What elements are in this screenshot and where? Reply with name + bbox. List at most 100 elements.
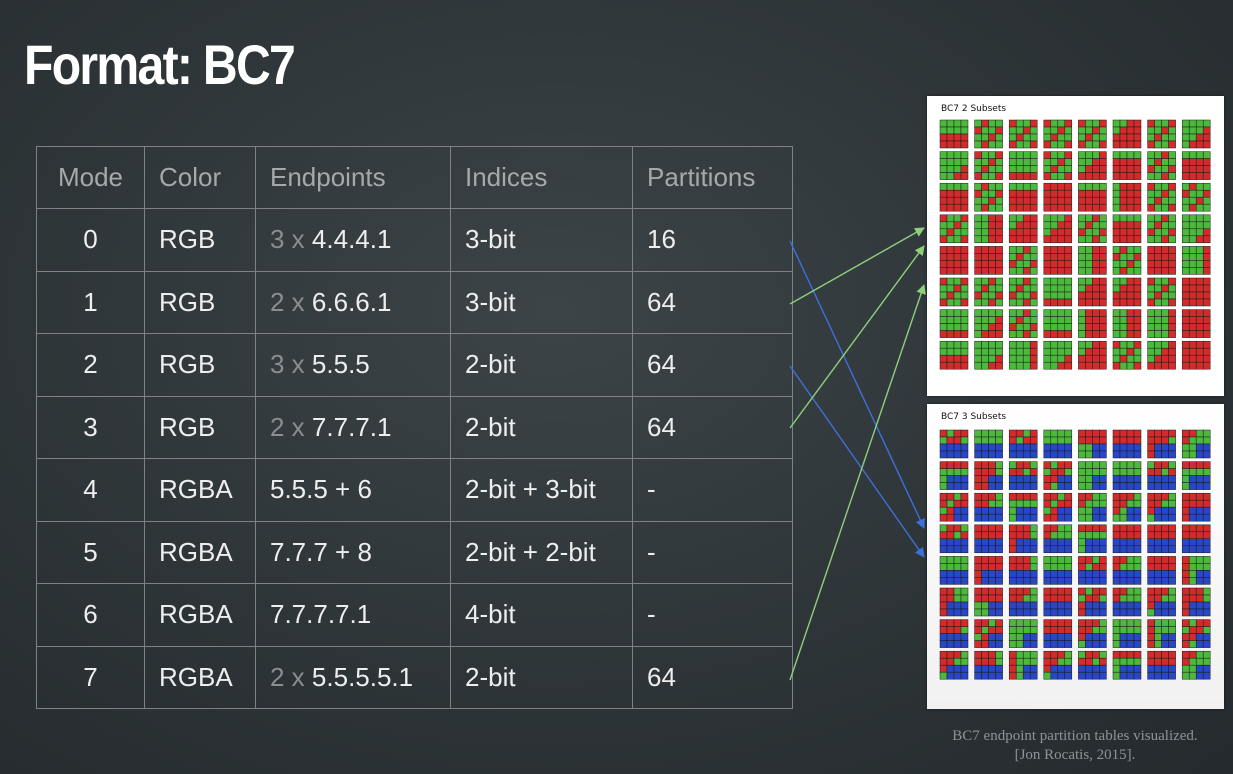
panel-label-3-subsets: BC7 3 Subsets: [941, 412, 1007, 422]
partition-tile: [1008, 556, 1038, 585]
partition-tile: [1078, 277, 1107, 307]
cell-mode: 4: [36, 458, 145, 522]
partition-tile: [1043, 340, 1073, 370]
table-row-mode-7: 7 RGBA 2 x 5.5.5.5.1 2-bit 64: [36, 645, 793, 709]
caption-line-1: BC7 endpoint partition tables visualized…: [952, 728, 1198, 744]
partition-tile: [1043, 182, 1073, 212]
partition-tile: [1078, 151, 1107, 180]
partition-tile: [1181, 309, 1211, 338]
cell-color: RGB: [144, 395, 256, 459]
partition-tile: [1043, 429, 1073, 459]
cell-endpoints: 3 x 4.4.4.1: [255, 208, 451, 272]
slide-title: Format: BC7: [24, 33, 296, 96]
partition-tile: [1078, 556, 1107, 585]
partition-tile: [974, 214, 1003, 244]
partition-tile: [1147, 246, 1176, 275]
partition-tile: [1112, 277, 1142, 307]
partition-tile: [1008, 309, 1038, 338]
partition-tile: [1147, 119, 1176, 149]
bc7-3-subsets-panel: BC7 3 Subsets: [927, 404, 1224, 709]
image-caption: BC7 endpoint partition tables visualized…: [920, 727, 1230, 765]
bc7-modes-table: Mode Color Endpoints Indices Partitions …: [36, 146, 793, 709]
partition-tile: [939, 650, 969, 680]
partition-tile: [1078, 587, 1107, 617]
partition-tile: [1112, 429, 1142, 459]
partition-tile: [974, 650, 1003, 680]
partition-tile: [1008, 151, 1038, 180]
partition-tile: [1008, 587, 1038, 617]
partition-tile: [1147, 214, 1176, 244]
partition-tile: [1078, 492, 1107, 522]
table-row-mode-0: 0 RGB 3 x 4.4.4.1 3-bit 16: [36, 208, 793, 272]
endpoints-count-prefix: 2 x: [270, 286, 312, 317]
cell-indices: 2-bit: [450, 395, 633, 459]
endpoints-count-prefix: 2 x: [270, 411, 312, 442]
cell-partitions: -: [632, 520, 793, 584]
partition-tile: [1147, 587, 1176, 617]
partition-tile: [1181, 182, 1211, 212]
partition-tile: [974, 151, 1003, 180]
endpoints-bits: 4.4.4.1: [311, 224, 392, 255]
cell-color: RGB: [144, 270, 256, 334]
table-row-mode-2: 2 RGB 3 x 5.5.5 2-bit 64: [36, 333, 793, 397]
partition-tile: [939, 214, 969, 244]
cell-partitions: 16: [632, 208, 793, 272]
cell-endpoints: 2 x 5.5.5.5.1: [255, 645, 451, 709]
partition-tile: [1181, 340, 1211, 370]
partition-tile: [974, 429, 1003, 459]
cell-partitions: 64: [632, 645, 793, 709]
partition-tile: [939, 492, 969, 522]
partition-tile: [1008, 650, 1038, 680]
cell-mode: 5: [36, 520, 145, 584]
partition-tile: [1008, 119, 1038, 149]
header-color: Color: [144, 146, 256, 209]
partition-tile: [939, 340, 969, 370]
header-mode: Mode: [36, 146, 145, 209]
partition-tile: [1043, 214, 1073, 244]
partition-tile: [1043, 246, 1073, 275]
endpoints-bits: 7.7.7.7.1: [270, 599, 372, 630]
partition-tile: [1112, 556, 1142, 585]
partition-tile: [1078, 429, 1107, 459]
bc7-3-subsets-grid: [939, 429, 1211, 680]
partition-tile: [1147, 492, 1176, 522]
table-row-mode-3: 3 RGB 2 x 7.7.7.1 2-bit 64: [36, 395, 793, 459]
arrow-mode1-to-2-subsets: [789, 227, 925, 305]
partition-tile: [1008, 214, 1038, 244]
partition-tile: [1008, 277, 1038, 307]
partition-tile: [1181, 214, 1211, 244]
header-indices: Indices: [450, 146, 633, 209]
partition-tile: [1043, 309, 1073, 338]
partition-tile: [1147, 650, 1176, 680]
partition-tile: [1043, 524, 1073, 554]
partition-tile: [939, 524, 969, 554]
partition-tile: [1043, 556, 1073, 585]
cell-endpoints: 5.5.5 + 6: [255, 458, 451, 522]
partition-tile: [1078, 340, 1107, 370]
cell-partitions: 64: [632, 395, 793, 459]
partition-tile: [1112, 246, 1142, 275]
cell-mode: 7: [36, 645, 145, 709]
partition-tile: [1147, 619, 1176, 648]
cell-color: RGBA: [144, 583, 256, 647]
endpoints-bits: 5.5.5 + 6: [270, 474, 372, 505]
partition-tile: [1147, 182, 1176, 212]
partition-tile: [1008, 619, 1038, 648]
partition-tile: [974, 619, 1003, 648]
partition-tile: [1043, 151, 1073, 180]
arrow-mode2-to-3-subsets: [789, 365, 925, 558]
partition-tile: [1008, 461, 1038, 490]
cell-mode: 6: [36, 583, 145, 647]
partition-tile: [1112, 492, 1142, 522]
partition-tile: [1112, 182, 1142, 212]
partition-tile: [1043, 619, 1073, 648]
partition-tile: [1181, 556, 1211, 585]
partition-tile: [939, 587, 969, 617]
partition-tile: [1043, 277, 1073, 307]
arrow-mode0-to-3-subsets: [789, 240, 925, 529]
cell-partitions: 64: [632, 333, 793, 397]
partition-tile: [1181, 587, 1211, 617]
bc7-2-subsets-panel: BC7 2 Subsets: [927, 96, 1224, 396]
caption-line-2: [Jon Rocatis, 2015].: [1014, 747, 1136, 763]
header-partitions: Partitions: [632, 146, 793, 209]
